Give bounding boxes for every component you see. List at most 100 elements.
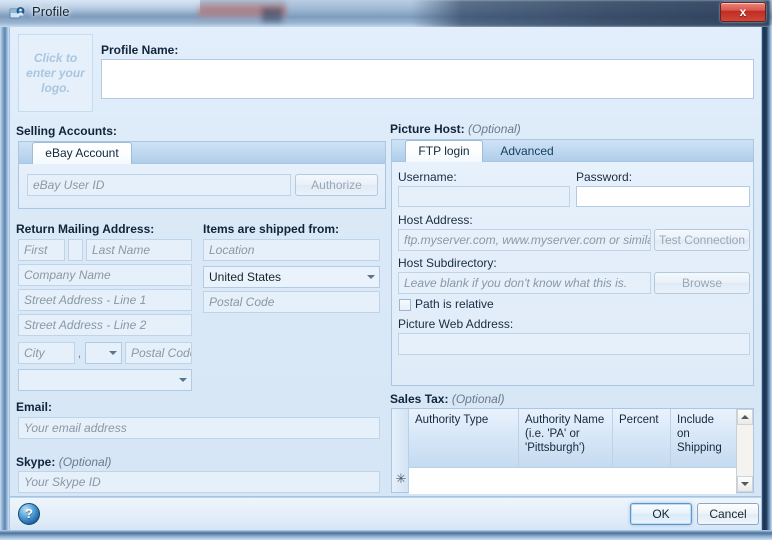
chevron-down-icon [367, 275, 375, 279]
shipped-from-label: Items are shipped from: [203, 222, 340, 236]
first-name-input[interactable]: First [18, 239, 65, 261]
ok-button[interactable]: OK [630, 503, 692, 525]
scroll-up-icon[interactable] [737, 409, 753, 425]
scrollbar-track[interactable] [737, 425, 753, 476]
password-label: Password: [576, 170, 633, 184]
selling-accounts-label: Selling Accounts: [16, 124, 117, 138]
glass-backdrop-right [412, 0, 770, 27]
city-placeholder: City [24, 346, 45, 360]
address-extra-combobox[interactable] [18, 369, 192, 391]
window-border-left [0, 27, 9, 540]
ftp-password-input[interactable] [576, 186, 750, 207]
logo-placeholder-line3: logo. [41, 81, 70, 95]
grid-header-row: Authority Type Authority Name (i.e. 'PA'… [409, 409, 736, 468]
column-header-authority-name-l2: (i.e. 'PA' or [525, 428, 580, 440]
help-icon[interactable]: ? [18, 503, 40, 525]
grid-vertical-scrollbar[interactable] [736, 409, 753, 492]
skype-optional-text: (Optional) [58, 455, 112, 469]
ebay-user-id-input[interactable]: eBay User ID [27, 174, 291, 196]
logo-placeholder-line2: enter your [26, 66, 85, 80]
host-address-label: Host Address: [398, 213, 473, 227]
host-subdirectory-placeholder: Leave blank if you don't know what this … [404, 276, 628, 290]
email-input[interactable]: Your email address [18, 417, 380, 439]
shipped-from-postal-placeholder: Postal Code [209, 295, 275, 309]
column-header-percent[interactable]: Percent [613, 409, 671, 468]
username-label: Username: [398, 170, 457, 184]
profile-name-input[interactable] [101, 59, 754, 99]
column-header-authority-type[interactable]: Authority Type [409, 409, 519, 468]
last-name-placeholder: Last Name [92, 243, 151, 257]
column-header-authority-name[interactable]: Authority Name (i.e. 'PA' or 'Pittsburgh… [519, 409, 613, 468]
column-header-authority-name-l3: 'Pittsburgh') [525, 442, 585, 454]
glass-backdrop-blur-b [262, 8, 282, 22]
window-border-bottom [0, 530, 772, 540]
table-row[interactable] [409, 469, 736, 494]
title-bar[interactable]: Profile x [0, 0, 772, 27]
selling-accounts-tabhost: eBay Account eBay User ID Authorize [18, 141, 386, 209]
selling-accounts-tabpage: eBay User ID Authorize [18, 163, 386, 209]
path-is-relative-checkbox[interactable] [399, 299, 411, 311]
window-border-right [762, 27, 772, 540]
email-placeholder: Your email address [24, 421, 127, 435]
host-address-input[interactable]: ftp.myserver.com, www.myserver.com or si… [398, 229, 651, 251]
host-address-placeholder: ftp.myserver.com, www.myserver.com or si… [404, 233, 651, 247]
cancel-button[interactable]: Cancel [697, 503, 759, 525]
street-address-line1-input[interactable]: Street Address - Line 1 [18, 289, 192, 311]
sales-tax-label-text: Sales Tax: [390, 392, 449, 406]
state-combobox[interactable] [85, 342, 122, 364]
ebay-user-id-placeholder: eBay User ID [33, 178, 105, 192]
scroll-down-icon[interactable] [737, 476, 753, 492]
triangle-down-icon [741, 482, 749, 486]
company-name-input[interactable]: Company Name [18, 264, 192, 286]
logo-placeholder[interactable]: Click to enter your logo. [18, 34, 93, 112]
return-postal-code-input[interactable]: Postal Code [125, 342, 192, 364]
sales-tax-grid[interactable]: Authority Type Authority Name (i.e. 'PA'… [391, 408, 754, 494]
picture-host-tabhost: FTP login Advanced Username: Password: H… [391, 139, 754, 386]
return-postal-code-placeholder: Postal Code [131, 346, 192, 360]
street-address-line1-placeholder: Street Address - Line 1 [24, 293, 147, 307]
return-mailing-address-label: Return Mailing Address: [16, 222, 155, 236]
city-input[interactable]: City [18, 342, 75, 364]
company-name-placeholder: Company Name [24, 268, 111, 282]
column-header-include-l1: Include [677, 414, 715, 426]
column-header-include-l2: on [677, 428, 690, 440]
tab-ebay-account[interactable]: eBay Account [32, 142, 132, 164]
column-header-authority-name-l1: Authority Name [525, 414, 605, 426]
authorize-button[interactable]: Authorize [295, 174, 378, 196]
sales-tax-label: Sales Tax: (Optional) [390, 392, 505, 406]
host-subdirectory-input[interactable]: Leave blank if you don't know what this … [398, 272, 651, 294]
picture-host-tabpage: Username: Password: Host Address: ftp.my… [391, 161, 754, 386]
chevron-down-icon [109, 351, 117, 355]
close-icon[interactable]: x [720, 2, 766, 22]
street-address-line2-input[interactable]: Street Address - Line 2 [18, 314, 192, 336]
shipped-from-location-input[interactable]: Location [203, 239, 380, 261]
tab-ftp-login[interactable]: FTP login [405, 140, 483, 162]
shipped-from-postal-input[interactable]: Postal Code [203, 291, 380, 313]
host-subdirectory-label: Host Subdirectory: [398, 256, 497, 270]
test-connection-button[interactable]: Test Connection [654, 229, 750, 251]
selling-accounts-tabstrip: eBay Account [18, 141, 386, 164]
ftp-username-input[interactable] [398, 186, 570, 207]
profile-dialog-window: Profile x Click to enter your logo. Prof… [0, 0, 772, 540]
column-header-include-on-shipping[interactable]: Include on Shipping [671, 409, 738, 468]
picture-host-label: Picture Host: (Optional) [390, 122, 521, 136]
picture-web-address-label: Picture Web Address: [398, 317, 514, 331]
skype-label: Skype: (Optional) [16, 455, 111, 469]
country-combobox[interactable]: United States [203, 266, 380, 288]
email-label: Email: [16, 400, 53, 414]
new-row-indicator-icon: ✳ [395, 471, 407, 486]
profile-name-label: Profile Name: [101, 43, 179, 57]
chevron-down-icon [179, 378, 187, 382]
logo-placeholder-line1: Click to [33, 51, 78, 65]
address-comma-separator: , [78, 348, 82, 360]
browse-button[interactable]: Browse [654, 272, 750, 294]
picture-host-label-text: Picture Host: [390, 122, 465, 136]
tab-advanced[interactable]: Advanced [487, 142, 567, 162]
skype-input[interactable]: Your Skype ID [18, 471, 380, 493]
window-title: Profile [32, 4, 70, 19]
street-address-line2-placeholder: Street Address - Line 2 [24, 318, 147, 332]
last-name-input[interactable]: Last Name [86, 239, 192, 261]
middle-initial-input[interactable] [68, 239, 83, 261]
picture-host-optional-text: (Optional) [468, 122, 521, 136]
picture-web-address-input[interactable] [398, 333, 750, 355]
